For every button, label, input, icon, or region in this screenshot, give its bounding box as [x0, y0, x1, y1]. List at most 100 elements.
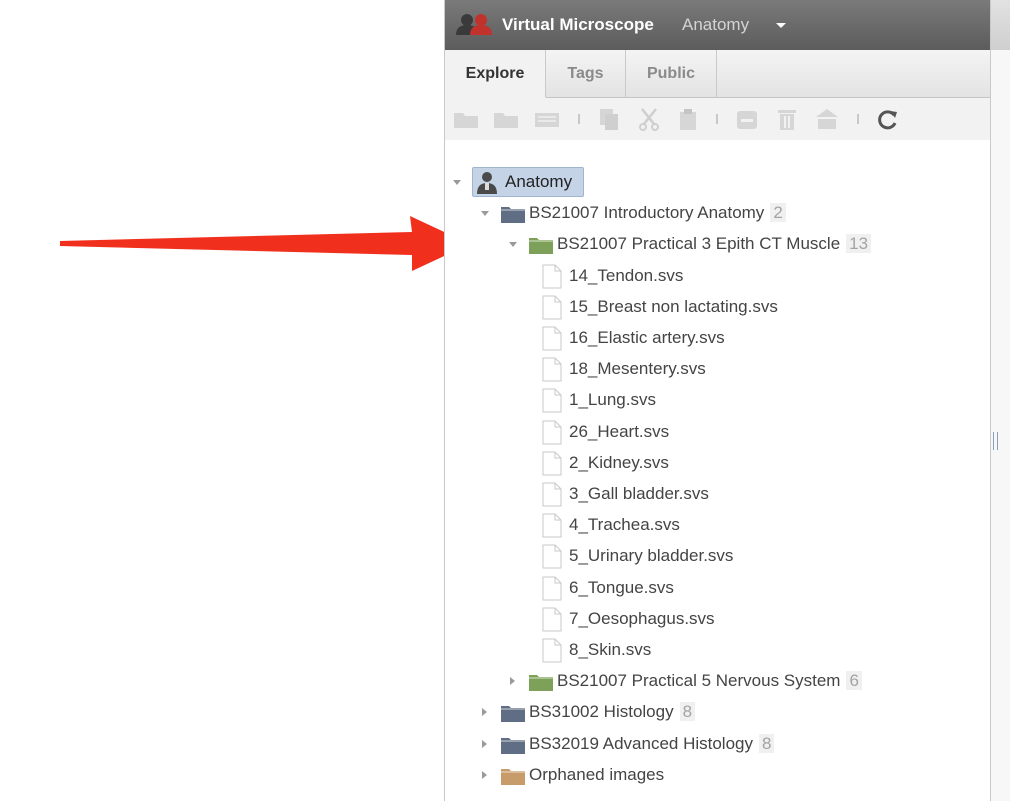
- annotation-arrow: [60, 216, 470, 271]
- dataset-folder-icon: [529, 675, 553, 692]
- tree-image-item[interactable]: 2_Kidney.svs: [445, 448, 985, 479]
- chevron-right-icon[interactable]: [482, 739, 488, 748]
- user-icon: [477, 172, 497, 194]
- tree-folder-item[interactable]: BS21007 Introductory Anatomy 2: [445, 198, 985, 229]
- tree-item-label: 5_Urinary bladder.svs: [569, 546, 734, 566]
- users-logo-icon: [456, 14, 492, 35]
- child-count-badge: 8: [759, 733, 775, 753]
- tree-image-item[interactable]: 7_Oesophagus.svs: [445, 604, 985, 635]
- orphaned-folder-icon: [501, 768, 525, 785]
- chevron-right-icon[interactable]: [482, 708, 488, 717]
- tree-item-label: BS21007 Practical 5 Nervous System: [557, 671, 841, 691]
- tree-item-label: BS21007 Introductory Anatomy: [529, 203, 765, 223]
- file-icon: [542, 638, 562, 663]
- tab-explore[interactable]: Explore: [445, 50, 546, 98]
- new-project-icon[interactable]: [492, 108, 520, 130]
- tree-root-label: Anatomy: [505, 172, 573, 191]
- remove-icon[interactable]: [735, 109, 759, 131]
- child-count-badge: 13: [846, 234, 872, 254]
- tree-item-label: 15_Breast non lactating.svs: [569, 296, 778, 316]
- file-icon: [542, 357, 562, 382]
- tree-item-label: Orphaned images: [529, 764, 665, 784]
- file-icon: [542, 544, 562, 569]
- tree-item-label: BS32019 Advanced Histology: [529, 733, 753, 753]
- explorer-panel: Virtual Microscope Anatomy Explore Tags …: [444, 0, 991, 801]
- child-count-badge: 6: [846, 671, 862, 691]
- child-count-badge: 2: [770, 203, 786, 223]
- tree-image-item[interactable]: 4_Trachea.svs: [445, 510, 985, 541]
- copy-icon[interactable]: [597, 107, 621, 131]
- file-icon: [542, 295, 562, 320]
- file-icon: [542, 326, 562, 351]
- delete-icon[interactable]: [775, 107, 799, 131]
- chevron-down-icon[interactable]: [453, 180, 461, 186]
- tree-item-text: BS32019 Advanced Histology 8: [529, 733, 775, 754]
- file-icon: [542, 264, 562, 289]
- tree-image-item[interactable]: 3_Gall bladder.svs: [445, 479, 985, 510]
- tree-item-label: 4_Trachea.svs: [569, 515, 680, 535]
- tab-tags[interactable]: Tags: [546, 50, 626, 97]
- tab-public[interactable]: Public: [626, 50, 717, 97]
- tab-bar: Explore Tags Public: [445, 50, 990, 98]
- file-icon: [542, 576, 562, 601]
- chevron-down-icon[interactable]: [509, 242, 517, 248]
- tree-item-label: 14_Tendon.svs: [569, 265, 684, 285]
- chevron-down-icon[interactable]: [481, 211, 489, 217]
- tree-image-item[interactable]: 16_Elastic artery.svs: [445, 323, 985, 354]
- tree-folder-item[interactable]: BS31002 Histology 8: [445, 697, 985, 728]
- tree-item-text: BS31002 Histology 8: [529, 702, 696, 722]
- tree-image-item[interactable]: 18_Mesentery.svs: [445, 354, 985, 385]
- tree-item-text: BS21007 Introductory Anatomy 2: [529, 203, 786, 223]
- app-title: Virtual Microscope: [502, 15, 654, 34]
- chgrp-icon[interactable]: [814, 107, 840, 131]
- tree-folder-item[interactable]: BS32019 Advanced Histology 8: [445, 729, 985, 760]
- file-icon: [542, 513, 562, 538]
- right-pane: [991, 0, 1010, 801]
- tree-item-label: 18_Mesentery.svs: [569, 359, 706, 379]
- project-folder-icon: [501, 737, 525, 754]
- chevron-down-icon[interactable]: [776, 23, 786, 28]
- project-tree: Anatomy BS21007 Introductory Anatomy 2 BS2…: [445, 150, 990, 801]
- tree-image-item[interactable]: 6_Tongue.svs: [445, 573, 985, 604]
- context-selector[interactable]: Anatomy: [682, 15, 749, 35]
- file-icon: [542, 607, 562, 632]
- dataset-folder-icon: [529, 238, 553, 255]
- project-folder-icon: [501, 207, 525, 224]
- child-count-badge: 8: [679, 702, 696, 722]
- chevron-right-icon[interactable]: [482, 770, 488, 779]
- tree-item-label: 2_Kidney.svs: [569, 452, 669, 472]
- tree-image-item[interactable]: 1_Lung.svs: [445, 385, 985, 416]
- tree-image-item[interactable]: 8_Skin.svs: [445, 635, 985, 666]
- new-tag-icon[interactable]: [533, 108, 561, 130]
- tree-item-label: 3_Gall bladder.svs: [569, 484, 709, 503]
- file-icon: [542, 451, 562, 476]
- file-icon: [542, 388, 562, 413]
- tree-folder-item[interactable]: BS21007 Practical 3 Epith CT Muscle 13: [445, 229, 985, 260]
- paste-icon[interactable]: [677, 107, 701, 131]
- tree-image-item[interactable]: 15_Breast non lactating.svs: [445, 292, 985, 323]
- cut-icon[interactable]: [637, 107, 661, 131]
- resize-handle[interactable]: [993, 432, 998, 450]
- file-icon: [542, 420, 562, 445]
- tree-item-label: 1_Lung.svs: [569, 390, 656, 410]
- tree-folder-item[interactable]: Orphaned images: [445, 760, 985, 791]
- tree-image-item[interactable]: 5_Urinary bladder.svs: [445, 541, 985, 572]
- tree-item-label: 16_Elastic artery.svs: [569, 328, 725, 347]
- app-header: Virtual Microscope Anatomy: [445, 0, 990, 50]
- chevron-right-icon[interactable]: [510, 677, 516, 686]
- refresh-icon[interactable]: [876, 108, 900, 130]
- file-icon: [542, 482, 562, 507]
- tree-item-label: 7_Oesophagus.svs: [569, 608, 715, 628]
- project-folder-icon: [501, 706, 525, 723]
- tree-image-item[interactable]: 14_Tendon.svs: [445, 261, 985, 292]
- tree-item-text: BS21007 Practical 3 Epith CT Muscle 13: [557, 234, 872, 254]
- tree-item-label: BS21007 Practical 3 Epith CT Muscle: [557, 234, 841, 254]
- tree-item-label: 6_Tongue.svs: [569, 577, 674, 597]
- tree-image-item[interactable]: 26_Heart.svs: [445, 417, 985, 448]
- tree-folder-item[interactable]: BS21007 Practical 5 Nervous System 6: [445, 666, 985, 697]
- tree-item-label: 8_Skin.svs: [569, 640, 652, 659]
- tree-item-label: BS31002 Histology: [529, 702, 674, 722]
- tree-root[interactable]: Anatomy: [445, 167, 985, 198]
- new-folder-icon[interactable]: [452, 108, 480, 130]
- tree-item-text: BS21007 Practical 5 Nervous System 6: [557, 671, 862, 691]
